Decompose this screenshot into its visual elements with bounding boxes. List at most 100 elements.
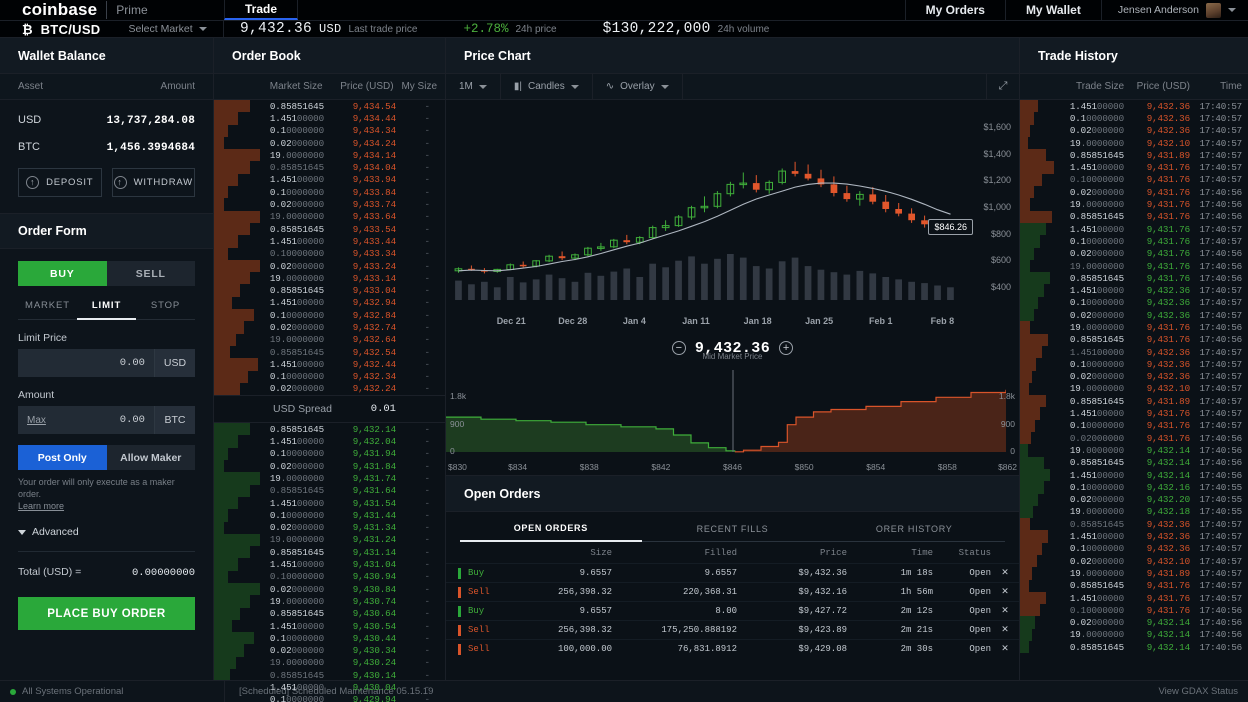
- order-book-row[interactable]: 0.85851645 9,431.14 -: [214, 546, 445, 559]
- trade-history-row[interactable]: 1.45100000 9,432.36 17:40:57: [1020, 284, 1248, 297]
- order-book-row[interactable]: 0.02000000 9,433.74 -: [214, 198, 445, 211]
- trade-history-row[interactable]: 0.10000000 9,431.76 17:40:57: [1020, 419, 1248, 433]
- trade-history-row[interactable]: 0.02000000 9,432.10 17:40:57: [1020, 554, 1248, 568]
- trade-history-row[interactable]: 0.02000000 9,431.76 17:40:56: [1020, 186, 1248, 199]
- select-market-dropdown[interactable]: Select Market: [129, 23, 207, 35]
- trade-history-row[interactable]: 1.45100000 9,432.36 17:40:57: [1020, 530, 1248, 543]
- candlestick-chart[interactable]: $1,600 $1,400 $1,200 $1,000 $800 $600 $400 $84…: [446, 100, 1019, 312]
- order-book-row[interactable]: 0.85851645 9,434.54 -: [214, 100, 445, 113]
- tab-trade[interactable]: Trade: [224, 0, 298, 20]
- overlay-dropdown[interactable]: ∿ Overlay: [593, 74, 683, 99]
- trade-history-row[interactable]: 1.45100000 9,432.36 17:40:57: [1020, 345, 1248, 359]
- trade-history-row[interactable]: 0.02000000 9,432.36 17:40:57: [1020, 370, 1248, 383]
- trade-history-row[interactable]: 1.45100000 9,431.76 17:40:57: [1020, 161, 1248, 174]
- order-book-row[interactable]: 0.02000000 9,432.74 -: [214, 321, 445, 334]
- amount-input[interactable]: 0.00: [46, 414, 154, 426]
- trade-history-row[interactable]: 19.0000000 9,432.10 17:40:57: [1020, 136, 1248, 150]
- order-book-row[interactable]: 0.10000000 9,429.94 -: [214, 693, 445, 702]
- trade-history-row[interactable]: 19.0000000 9,432.14 17:40:56: [1020, 628, 1248, 642]
- order-book-row[interactable]: 0.10000000 9,430.94 -: [214, 570, 445, 583]
- trade-history-row[interactable]: 0.02000000 9,432.14 17:40:56: [1020, 616, 1248, 629]
- order-book-row[interactable]: 0.85851645 9,433.54 -: [214, 222, 445, 236]
- order-book-row[interactable]: 0.10000000 9,433.84 -: [214, 186, 445, 199]
- order-book-row[interactable]: 19.0000000 9,433.14 -: [214, 272, 445, 285]
- order-book-row[interactable]: 1.45100000 9,431.54 -: [214, 496, 445, 510]
- trade-history-row[interactable]: 0.85851645 9,431.76 17:40:57: [1020, 579, 1248, 592]
- order-book-row[interactable]: 0.10000000 9,432.34 -: [214, 370, 445, 383]
- advanced-toggle[interactable]: Advanced: [18, 526, 195, 538]
- learn-more-link[interactable]: Learn more: [18, 501, 64, 511]
- interval-dropdown[interactable]: 1M: [446, 74, 501, 99]
- allow-maker-button[interactable]: Allow Maker: [106, 445, 195, 470]
- order-book-row[interactable]: 0.02000000 9,430.34 -: [214, 644, 445, 657]
- my-orders-link[interactable]: My Orders: [904, 0, 1005, 20]
- order-book-row[interactable]: 1.45100000 9,431.04 -: [214, 558, 445, 571]
- trade-history-row[interactable]: 0.10000000 9,432.36 17:40:57: [1020, 112, 1248, 125]
- series-type-dropdown[interactable]: ▮| Candles: [501, 74, 593, 99]
- order-book-row[interactable]: 19.0000000 9,433.64 -: [214, 210, 445, 223]
- post-only-button[interactable]: Post Only: [18, 445, 107, 470]
- order-book-asks[interactable]: 0.85851645 9,434.54-1.45100000 9,434.44-0.…: [214, 100, 445, 396]
- limit-price-field[interactable]: 0.00 USD: [18, 349, 195, 377]
- user-menu[interactable]: Jensen Anderson: [1100, 0, 1248, 20]
- trade-history-row[interactable]: 0.85851645 9,432.14 17:40:56: [1020, 641, 1248, 654]
- trade-history-row[interactable]: 0.10000000 9,432.36 17:40:57: [1020, 296, 1248, 310]
- order-book-row[interactable]: 0.85851645 9,434.04 -: [214, 161, 445, 174]
- amount-max-button[interactable]: Max: [18, 415, 46, 426]
- trade-history-row[interactable]: 0.10000000 9,432.36 17:40:57: [1020, 542, 1248, 555]
- order-book-row[interactable]: 19.0000000 9,432.64 -: [214, 333, 445, 346]
- trade-history-row[interactable]: 0.10000000 9,431.76 17:40:56: [1020, 604, 1248, 617]
- order-book-row[interactable]: 0.02000000 9,431.84 -: [214, 460, 445, 473]
- order-book-row[interactable]: 0.10000000 9,432.84 -: [214, 309, 445, 322]
- trade-history-row[interactable]: 19.0000000 9,431.89 17:40:57: [1020, 567, 1248, 580]
- trade-history-row[interactable]: 1.45100000 9,432.36 17:40:57: [1020, 100, 1248, 113]
- order-book-bids[interactable]: 0.85851645 9,432.14-1.45100000 9,432.04-0.…: [214, 423, 445, 702]
- order-book-row[interactable]: 0.85851645 9,433.04 -: [214, 284, 445, 297]
- trade-history-row[interactable]: 19.0000000 9,432.14 17:40:56: [1020, 444, 1248, 457]
- order-book-row[interactable]: 1.45100000 9,430.54 -: [214, 619, 445, 633]
- order-book-row[interactable]: 0.02000000 9,430.84 -: [214, 582, 445, 596]
- my-wallet-link[interactable]: My Wallet: [1004, 0, 1101, 20]
- order-book-row[interactable]: 1.45100000 9,432.94 -: [214, 296, 445, 310]
- trade-history-row[interactable]: 0.85851645 9,432.36 17:40:57: [1020, 518, 1248, 531]
- buy-tab[interactable]: BUY: [18, 261, 107, 286]
- trade-history-row[interactable]: 0.85851645 9,431.89 17:40:57: [1020, 395, 1248, 408]
- order-book-row[interactable]: 19.0000000 9,430.24 -: [214, 656, 445, 670]
- order-book-row[interactable]: 19.0000000 9,434.14 -: [214, 149, 445, 162]
- cancel-order-icon[interactable]: ✕: [991, 644, 1019, 654]
- trade-history-row[interactable]: 19.0000000 9,432.10 17:40:57: [1020, 382, 1248, 396]
- limit-price-input[interactable]: 0.00: [18, 357, 154, 369]
- depth-chart[interactable]: 1.8k 1.8k 900 900 0 0: [446, 364, 1019, 460]
- cancel-order-icon[interactable]: ✕: [991, 568, 1019, 578]
- trade-history-row[interactable]: 19.0000000 9,431.76 17:40:56: [1020, 198, 1248, 211]
- tab-limit[interactable]: LIMIT: [77, 300, 136, 320]
- trade-history-row[interactable]: 0.02000000 9,432.36 17:40:57: [1020, 124, 1248, 137]
- order-book-row[interactable]: 0.10000000 9,434.34 -: [214, 124, 445, 137]
- order-book-row[interactable]: 1.45100000 9,434.44 -: [214, 112, 445, 125]
- order-book-row[interactable]: 0.02000000 9,431.34 -: [214, 521, 445, 534]
- trade-history-row[interactable]: 0.10000000 9,431.76 17:40:57: [1020, 235, 1248, 248]
- trade-history-row[interactable]: 0.85851645 9,431.76 17:40:56: [1020, 272, 1248, 285]
- trade-history-row[interactable]: 1.45100000 9,431.76 17:40:57: [1020, 407, 1248, 420]
- order-book-row[interactable]: 1.45100000 9,433.44 -: [214, 235, 445, 248]
- order-book-row[interactable]: 0.02000000 9,434.24 -: [214, 136, 445, 150]
- tab-recent-fills[interactable]: RECENT FILLS: [641, 524, 824, 542]
- table-row[interactable]: Sell 256,398.32 220,368.31 $9,432.16 1h 56m O…: [446, 582, 1019, 601]
- trade-history-row[interactable]: 0.85851645 9,432.14 17:40:56: [1020, 456, 1248, 469]
- order-book-row[interactable]: 19.0000000 9,430.74 -: [214, 595, 445, 608]
- tab-open-orders[interactable]: OPEN ORDERS: [460, 523, 642, 542]
- order-book-row[interactable]: 0.10000000 9,431.44 -: [214, 509, 445, 522]
- order-book-row[interactable]: 0.02000000 9,432.24 -: [214, 382, 445, 396]
- gdax-status-link[interactable]: View GDAX Status: [1158, 686, 1248, 697]
- sell-tab[interactable]: SELL: [106, 261, 195, 286]
- trade-history-row[interactable]: 0.02000000 9,432.20 17:40:55: [1020, 493, 1248, 506]
- place-buy-order-button[interactable]: PLACE BUY ORDER: [18, 597, 195, 631]
- order-book-row[interactable]: 1.45100000 9,432.44 -: [214, 358, 445, 371]
- table-row[interactable]: Sell 100,000.00 76,831.8912 $9,429.08 2m 30s…: [446, 639, 1019, 658]
- withdraw-button[interactable]: WITHDRAW: [111, 168, 195, 197]
- table-row[interactable]: Sell 256,398.32 175,250.888192 $9,423.89 2m …: [446, 620, 1019, 639]
- table-row[interactable]: Buy 9.6557 9.6557 $9,432.36 1m 18s Open ✕: [446, 563, 1019, 582]
- trade-history-row[interactable]: 0.10000000 9,431.76 17:40:57: [1020, 173, 1248, 187]
- trade-history-row[interactable]: 19.0000000 9,432.18 17:40:55: [1020, 505, 1248, 519]
- order-book-row[interactable]: 0.10000000 9,431.94 -: [214, 447, 445, 461]
